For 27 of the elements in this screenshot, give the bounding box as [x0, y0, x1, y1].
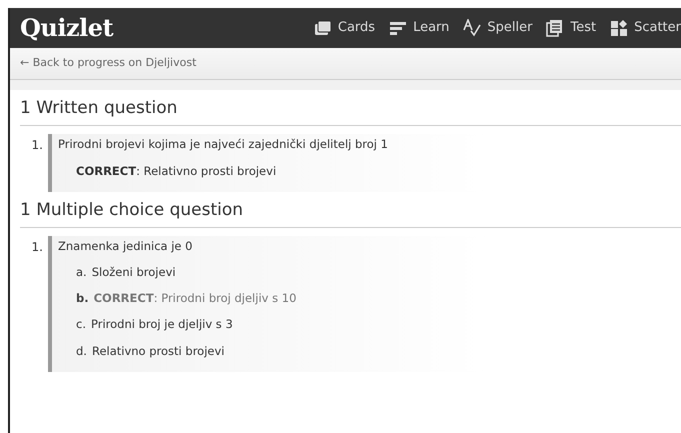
shapes-icon — [610, 19, 628, 37]
answer-text: CORRECT: Relativno prosti brojevi — [75, 162, 278, 180]
choice-letter: c. — [76, 316, 86, 334]
choice-text: Relativno prosti brojevi — [92, 342, 224, 360]
question-number: 1. — [30, 136, 44, 154]
spell-check-icon — [463, 19, 482, 37]
nav-link-text[interactable]: Scatter — [634, 18, 681, 38]
back-link[interactable]: ← Back to progress on Djeljivost — [20, 55, 196, 72]
logo[interactable]: Quizlet — [10, 10, 114, 46]
bars-icon — [389, 19, 408, 37]
choice-text: Složeni brojevi — [92, 264, 176, 281]
nav-link-text[interactable]: Test — [570, 18, 596, 38]
cards-icon — [314, 19, 332, 37]
choice-letter: a. — [76, 264, 87, 281]
question-number: 1. — [30, 238, 44, 256]
question-text: Prirodni brojevi kojima je najveći zajednički djelitelj broj 1 — [58, 136, 389, 152]
choice-text: Prirodni broj je djeljiv s 3 — [90, 316, 233, 334]
choice-letter: b. — [76, 290, 89, 307]
nav-link-text[interactable]: Speller — [487, 18, 532, 38]
question-text: Znamenka jedinica je 0 — [58, 238, 194, 254]
section-heading: 1 Multiple choice question — [20, 192, 681, 228]
choice-letter: d. — [76, 342, 87, 360]
nav-link-text[interactable]: Cards — [338, 18, 376, 38]
nav-link-text[interactable]: Learn — [413, 18, 450, 38]
choice-text: CORRECT: Prirodni broj djeljiv s 10 — [94, 290, 296, 307]
document-icon — [546, 19, 564, 37]
section-heading: 1 Written question — [20, 90, 681, 126]
